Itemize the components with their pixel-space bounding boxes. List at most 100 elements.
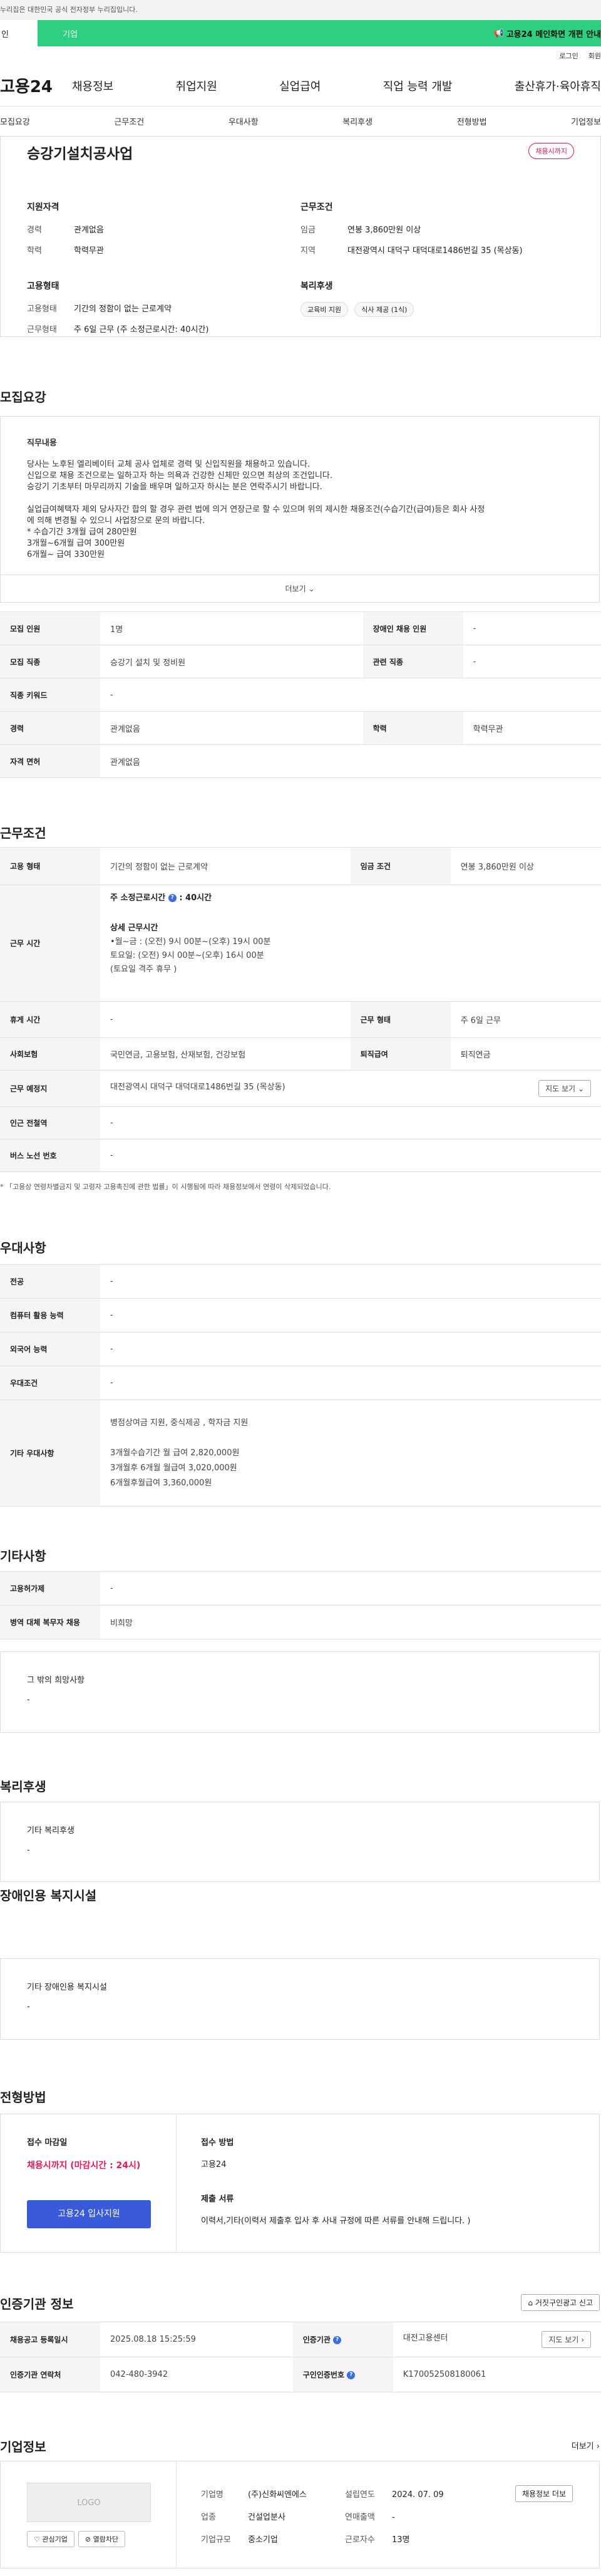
- job-desc-line: 3개월~6개월 급여 300만원: [27, 539, 125, 548]
- career-label: 경력: [27, 226, 42, 235]
- job-desc-line: 신입으로 채용 조건으로는 일하고자 하는 의욕과 건강한 신체만 있으면 최상…: [27, 471, 332, 480]
- docs-label: 제출 서류: [201, 2194, 234, 2204]
- cell-head: 휴게 시간: [0, 1001, 100, 1038]
- gnb-item[interactable]: 채용정보: [72, 78, 113, 94]
- table-row: 병역 대체 복무자 채용 비희망: [0, 1605, 601, 1639]
- tab-company[interactable]: 기업 📢 고용24 메인화면 개편 안내: [38, 20, 601, 46]
- cell-head: 임금 조건: [350, 847, 451, 885]
- job-description-box: 직무내용 당사는 노후된 엘리베이터 교체 공사 업체로 경력 및 신입직원을 …: [0, 416, 600, 603]
- industry-value: 건설업분사: [248, 2513, 285, 2522]
- table-row: 근무 시간 주 소정근로시간 ? : 40시간 상세 근무시간 •월~금 : (…: [0, 885, 601, 1002]
- gnb-item[interactable]: 직업 능력 개발: [383, 78, 453, 94]
- more-label: 더보기: [285, 584, 306, 593]
- cell-value: -: [100, 1298, 601, 1332]
- anchor-item[interactable]: 기업정보: [571, 115, 601, 127]
- edu-label: 학력: [27, 246, 42, 256]
- est-label: 설립연도: [345, 2490, 375, 2500]
- gnb-item[interactable]: 취업지원: [176, 78, 217, 94]
- cell-value: -: [100, 1106, 601, 1140]
- company-more-link[interactable]: 더보기 ›: [572, 2439, 600, 2451]
- anchor-item[interactable]: 전형방법: [457, 115, 487, 127]
- welfare-chip: 식사 제공 (1식): [354, 302, 414, 317]
- process-box: 접수 마감일 채용시까지 (마감시간 : 24시) 고용24 입사지원 접수 방…: [0, 2114, 600, 2253]
- industry-label: 업종: [201, 2513, 216, 2522]
- gnb-item[interactable]: 출산휴가·육아휴직: [515, 78, 601, 94]
- table-row: 사회보험 국민연금, 고용보험, 산재보험, 건강보험 퇴직급여 퇴직연금: [0, 1037, 601, 1071]
- cell-head: 버스 노선 번호: [0, 1139, 100, 1172]
- summary-right: 근무조건 임금 연봉 3,860만원 이상 지역 대전광역시 대덕구 대덕대로148…: [300, 200, 574, 343]
- notice-banner[interactable]: 📢 고용24 메인화면 개편 안내: [494, 28, 601, 39]
- table-row: 인근 전철역 -: [0, 1106, 601, 1140]
- name-value: (주)신화씨엔에스: [248, 2490, 307, 2500]
- job-desc-line: 6개월~ 급여 330만원: [27, 550, 105, 559]
- join-link[interactable]: 회원: [588, 51, 601, 61]
- info-icon[interactable]: ?: [333, 2336, 342, 2344]
- utility-links: 로그인 회원: [0, 46, 601, 65]
- info-icon[interactable]: ?: [347, 2371, 356, 2379]
- job-desc-line: 승강기 기초부터 마무리까지 기술을 배우며 일하고자 하시는 분은 연락주시기…: [27, 482, 322, 492]
- table-row: 기타 우대사항 병점상여금 지원, 중식제공 , 학자금 지원 3개월수습기간 …: [0, 1400, 601, 1507]
- map-button-label: 지도 보기: [545, 1084, 576, 1093]
- info-icon[interactable]: ?: [168, 894, 177, 902]
- map-button[interactable]: 지도 보기 ›: [542, 2331, 591, 2348]
- job-desc-line: 당사는 노후된 엘리베이터 교체 공사 업체로 경력 및 신입직원을 채용하고 …: [27, 460, 311, 469]
- login-link[interactable]: 로그인: [559, 51, 578, 61]
- cell-value: 퇴직연금: [450, 1037, 601, 1071]
- welfare-chip: 교육비 지원: [300, 302, 349, 317]
- work-type-label: 근무형태: [27, 325, 57, 335]
- region-label: 지역: [300, 246, 316, 256]
- block-button[interactable]: ⊘ 열람차단: [78, 2531, 126, 2547]
- cell-head: 구인인증번호 ?: [292, 2357, 393, 2392]
- welfare-value: -: [27, 1846, 30, 1855]
- other-pref-cell: 병점상여금 지원, 중식제공 , 학자금 지원 3개월수습기간 월 급여 2,8…: [100, 1400, 601, 1507]
- anchor-item[interactable]: 근무조건: [114, 115, 144, 127]
- favorite-button[interactable]: ♡ 관심기업: [27, 2531, 74, 2547]
- company-box: LOGO ♡ 관심기업 ⊘ 열람차단 기업명 (주)신화씨엔에스 설립연도 2024.…: [0, 2461, 600, 2568]
- welfare-box: 기타 복리후생 -: [0, 1802, 600, 1882]
- table-row: 외국어 능력 -: [0, 1332, 601, 1366]
- deadline-value: 채용시까지 (마감시간 : 24시): [27, 2161, 141, 2171]
- cell-value: -: [463, 611, 601, 645]
- cell-value: -: [463, 645, 601, 678]
- map-button[interactable]: 지도 보기 ⌄: [538, 1080, 591, 1097]
- cell-head: 학력: [362, 711, 463, 745]
- sales-label: 연매출액: [345, 2513, 375, 2522]
- chevron-right-icon: ›: [596, 2442, 600, 2451]
- more-button[interactable]: 더보기 ⌄: [1, 574, 599, 602]
- cell-head: 우대조건: [0, 1366, 100, 1400]
- tab-individual[interactable]: 인: [0, 20, 38, 46]
- gov-banner: 누리집은 대한민국 공식 전자정부 누리집입니다.: [0, 0, 601, 20]
- etc-wish-value: -: [27, 1695, 30, 1705]
- anchor-item[interactable]: 모집요강: [0, 115, 30, 127]
- agency-value: 대전고용센터: [403, 2334, 448, 2343]
- cell-value: 2025.08.18 15:25:59: [100, 2322, 293, 2357]
- notice-banner-text: 고용24 메인화면 개편 안내: [506, 29, 601, 39]
- recruit-section-title: 모집요강: [0, 390, 46, 405]
- career-value: 관계없음: [74, 226, 104, 235]
- company-logo: LOGO: [27, 2483, 151, 2522]
- cell-head: 관련 직종: [362, 645, 463, 678]
- anchor-item[interactable]: 우대사항: [229, 115, 259, 127]
- table-row: 고용허가제 -: [0, 1571, 601, 1606]
- megaphone-icon: 📢: [493, 28, 504, 38]
- welfare-title: 복리후생: [300, 281, 333, 291]
- jobs-more-button[interactable]: 채용정보 더보: [515, 2485, 573, 2502]
- agency-head-label: 인증기관: [302, 2335, 331, 2344]
- cell-value: 기간의 정함이 없는 근로계약: [100, 847, 351, 885]
- gnb-item[interactable]: 실업급여: [279, 78, 321, 94]
- apply-button[interactable]: 고용24 입사지원: [27, 2200, 151, 2228]
- table-row: 직종 키워드 -: [0, 678, 601, 712]
- report-button[interactable]: ⌂ 거짓구인광고 신고: [521, 2294, 600, 2311]
- anchor-item[interactable]: 복리후생: [342, 115, 372, 127]
- job-desc-line: 실업급여혜택자 제외 당사자간 합의 할 경우 관련 법에 의거 연장근로 할 …: [27, 505, 485, 514]
- work-section-title: 근무조건: [0, 826, 46, 841]
- summary-card: 승강기설치공사업 채용시까지 지원자격 경력 관계없음 학력 학력무관 고용형태 고…: [0, 137, 601, 337]
- cell-head: 인근 전철역: [0, 1106, 100, 1140]
- other-pref-line: 3개월수습기간 월 급여 2,820,000원: [110, 1448, 240, 1458]
- other-pref-line: 3개월후 6개월 월급여 3,020,000원: [110, 1463, 237, 1473]
- edu-value: 학력무관: [74, 246, 104, 256]
- cell-head: 모집 인원: [0, 611, 100, 645]
- table-row: 전공 -: [0, 1264, 601, 1299]
- site-logo[interactable]: 고용24: [0, 74, 72, 97]
- time-line: •월~금 : (오전) 9시 00분~(오후) 19시 00분: [110, 937, 271, 947]
